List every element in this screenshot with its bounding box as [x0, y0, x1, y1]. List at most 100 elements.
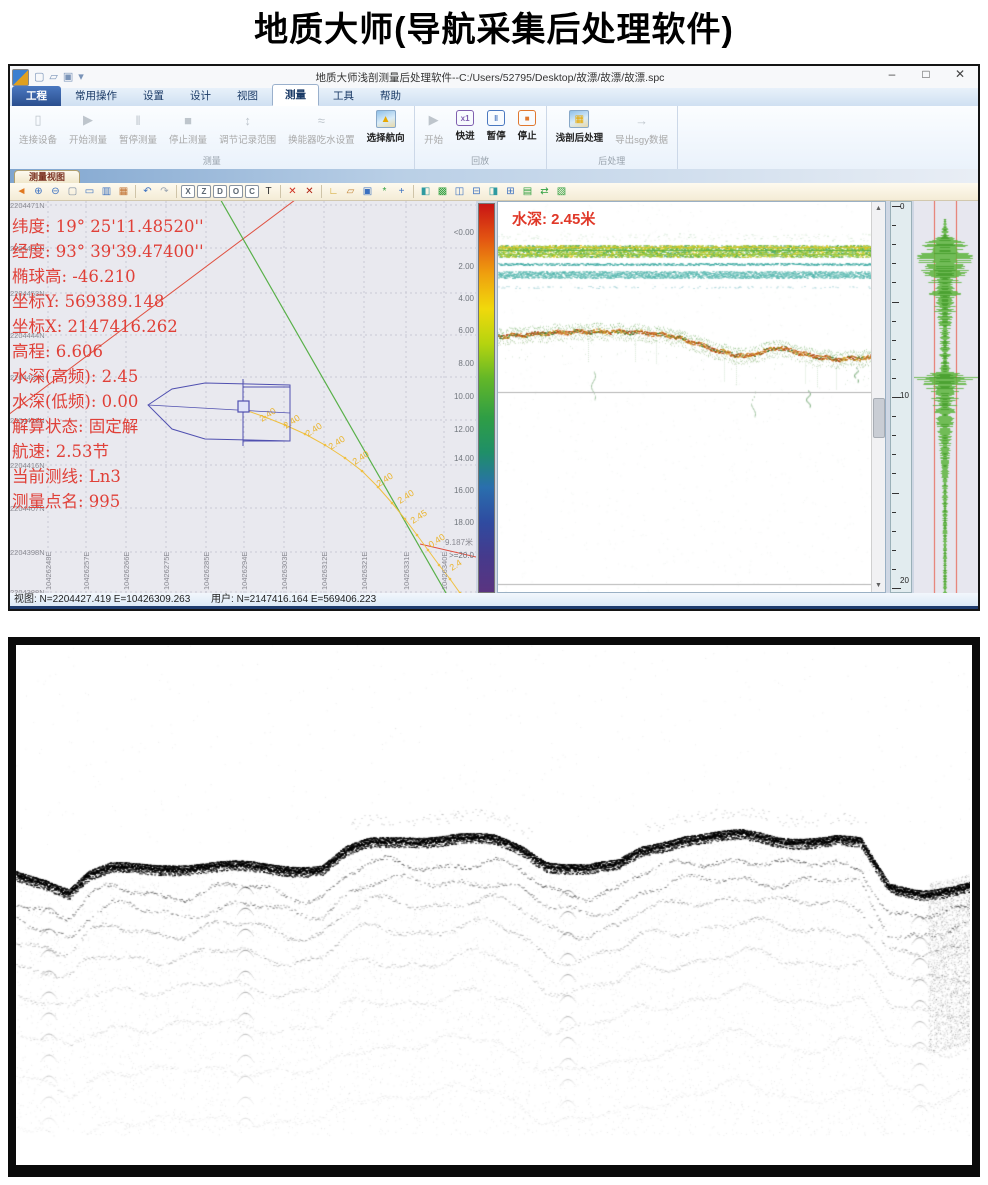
- ribbon-button-开始[interactable]: ▶开始: [419, 109, 449, 147]
- redo-icon[interactable]: ↷: [157, 185, 172, 199]
- quickbar-dropdown-icon[interactable]: ▾: [78, 70, 84, 85]
- ribbon-tab-2[interactable]: 设置: [131, 86, 176, 106]
- pan-move-icon[interactable]: +: [394, 185, 409, 199]
- tab-measure-view[interactable]: 测量视图: [14, 170, 80, 184]
- telemetry-line: 测量点名: 995: [12, 488, 120, 512]
- color-scale-label: 2.00: [430, 262, 474, 271]
- close-button[interactable]: ✕: [952, 67, 968, 81]
- signal-trace-panel[interactable]: [914, 201, 978, 593]
- open-file-icon[interactable]: ▱: [49, 70, 57, 85]
- save-icon[interactable]: ▣: [63, 70, 73, 85]
- telemetry-line: 高程: 6.606: [12, 338, 103, 362]
- ribbon-tab-bar: 工程常用操作设置设计视图测量工具帮助: [10, 88, 978, 107]
- select-cursor-icon[interactable]: ◄: [14, 185, 29, 199]
- ribbon-button-快进[interactable]: x1快进: [451, 109, 480, 143]
- ribbon-button-label: 快进: [456, 128, 475, 142]
- telemetry-line: 坐标X: 2147416.262: [12, 313, 178, 337]
- zoom-in-icon[interactable]: ⊕: [31, 185, 46, 199]
- window-map-icon[interactable]: ▤: [520, 185, 535, 199]
- echogram-panel[interactable]: 水深: 2.45米 ▲ ▼: [497, 201, 886, 593]
- new-file-icon[interactable]: ▢: [34, 70, 44, 85]
- locate-icon[interactable]: *: [377, 185, 392, 199]
- mark-c-icon[interactable]: C: [245, 185, 259, 198]
- scrollbar-thumb[interactable]: [873, 398, 885, 438]
- ruler-tick: [892, 473, 896, 474]
- undo-icon[interactable]: ↶: [140, 185, 155, 199]
- ribbon-tab-6[interactable]: 工具: [321, 86, 366, 106]
- telemetry-line: 解算状态: 固定解: [12, 413, 138, 437]
- echogram-scrollbar[interactable]: ▲ ▼: [871, 202, 885, 592]
- window-profile-icon[interactable]: ◧: [418, 185, 433, 199]
- ribbon-tab-0[interactable]: 工程: [12, 86, 61, 106]
- mark-d-icon[interactable]: D: [213, 185, 227, 198]
- ribbon-tab-7[interactable]: 帮助: [368, 86, 413, 106]
- ribbon-button-停止测量[interactable]: ■停止测量: [164, 109, 212, 147]
- split-columns-icon[interactable]: ▥: [99, 185, 114, 199]
- seismic-profile-canvas: [16, 645, 970, 1163]
- ribbon-group-2: ▦浅剖后处理→导出sgy数据后处理: [547, 106, 678, 169]
- fit-extent-icon[interactable]: ▭: [82, 185, 97, 199]
- color-scale-label: >=20.0: [430, 551, 474, 560]
- window-tile-icon[interactable]: ◫: [452, 185, 467, 199]
- ribbon-button-连接设备[interactable]: ▯连接设备: [14, 109, 62, 147]
- flag-icon[interactable]: ▱: [343, 185, 358, 199]
- maximize-button[interactable]: □: [918, 67, 934, 81]
- ruler-tick: [892, 512, 896, 513]
- ribbon-button-选择航向[interactable]: ▲选择航向: [362, 109, 410, 145]
- telemetry-line: 椭球高: -46.210: [12, 263, 136, 287]
- window-splitv-icon[interactable]: ◨: [486, 185, 501, 199]
- window-swap-icon[interactable]: ⇄: [537, 185, 552, 199]
- ruler-tick: [892, 378, 896, 379]
- map-x-axis-label: 10426331E: [402, 552, 411, 590]
- map-x-axis-label: 10426266E: [122, 552, 131, 590]
- delete-all-icon[interactable]: ✕: [302, 185, 317, 199]
- ruler-icon[interactable]: ∟: [326, 185, 341, 199]
- color-scale-label: 10.00: [430, 392, 474, 401]
- ribbon-tab-3[interactable]: 设计: [178, 86, 223, 106]
- ribbon-group-label: 后处理: [547, 154, 677, 169]
- ribbon-group-label: 测量: [10, 154, 414, 169]
- save-view-icon[interactable]: ▣: [360, 185, 375, 199]
- ribbon-button-icon: ▯: [28, 110, 48, 130]
- status-user-coords: 用户: N=2147416.164 E=569406.223: [211, 594, 376, 605]
- ribbon-button-换能器吃水设置[interactable]: ≈换能器吃水设置: [283, 109, 360, 147]
- delete-point-icon[interactable]: ✕: [285, 185, 300, 199]
- ruler-tick: [892, 588, 901, 589]
- map-x-axis-label: 10426294E: [240, 552, 249, 590]
- ribbon-button-调节记录范围[interactable]: ↕调节记录范围: [214, 109, 281, 147]
- ribbon-tab-4[interactable]: 视图: [225, 86, 270, 106]
- ribbon-button-开始测量[interactable]: ▶开始测量: [64, 109, 112, 147]
- text-tool-icon[interactable]: T: [261, 185, 276, 199]
- ruler-tick: [892, 359, 896, 360]
- mark-x-icon[interactable]: X: [181, 185, 195, 198]
- ribbon-button-停止[interactable]: ■停止: [513, 109, 542, 143]
- map-x-axis-label: 10426257E: [82, 552, 91, 590]
- minimize-button[interactable]: –: [884, 67, 900, 81]
- window-grid-icon[interactable]: ⊞: [503, 185, 518, 199]
- map-x-axis-label: 10426303E: [280, 552, 289, 590]
- map-x-axis-label: 10426312E: [320, 552, 329, 590]
- zoom-out-icon[interactable]: ⊖: [48, 185, 63, 199]
- scroll-down-icon[interactable]: ▼: [872, 579, 885, 592]
- mark-o-icon[interactable]: O: [229, 185, 243, 198]
- ribbon-button-暂停[interactable]: ‖暂停: [482, 109, 511, 143]
- ruler-tick: [892, 263, 896, 264]
- ruler-tick: [892, 225, 896, 226]
- window-splith-icon[interactable]: ⊟: [469, 185, 484, 199]
- window-color-icon[interactable]: ▩: [435, 185, 450, 199]
- window-link-icon[interactable]: ▧: [554, 185, 569, 199]
- ribbon-button-导出sgy数据[interactable]: →导出sgy数据: [610, 109, 673, 147]
- image-view-icon[interactable]: ▦: [116, 185, 131, 199]
- mark-z-icon[interactable]: Z: [197, 185, 211, 198]
- zoom-window-icon[interactable]: ▢: [65, 185, 80, 199]
- navigation-map-panel[interactable]: 2.402.402.402.402.402.402.402.450.402.49…: [10, 201, 476, 593]
- ribbon-button-浅剖后处理[interactable]: ▦浅剖后处理: [551, 109, 609, 145]
- ribbon-button-label: 调节记录范围: [219, 132, 276, 146]
- ribbon-tab-1[interactable]: 常用操作: [63, 86, 129, 106]
- ribbon-button-暂停测量[interactable]: ‖暂停测量: [114, 109, 162, 147]
- ribbon-button-icon: ▲: [376, 110, 396, 128]
- ribbon-tab-5[interactable]: 测量: [272, 84, 319, 106]
- seismic-profile-image: [8, 637, 980, 1177]
- scroll-up-icon[interactable]: ▲: [872, 202, 885, 215]
- ribbon-button-icon: ▦: [569, 110, 589, 128]
